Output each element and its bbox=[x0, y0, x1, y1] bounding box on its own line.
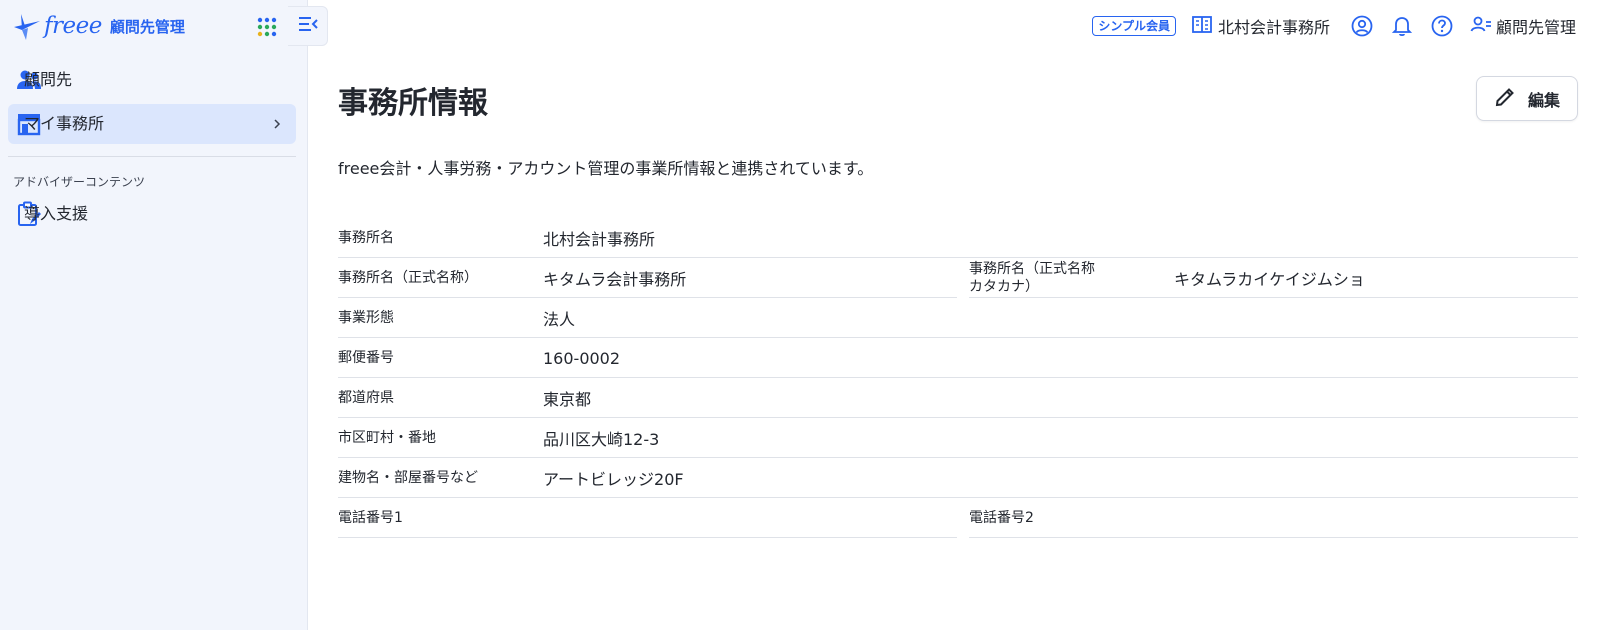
field-official-name: 事務所名（正式名称） キタムラ会計事務所 bbox=[338, 258, 957, 298]
pencil-icon bbox=[1494, 86, 1516, 112]
sidebar-item-label: 顧問先 bbox=[24, 70, 73, 89]
field-value: 東京都 bbox=[543, 390, 592, 409]
building-icon bbox=[1192, 15, 1212, 37]
field-label: 建物名・部屋番号など bbox=[338, 470, 478, 486]
field-value: 法人 bbox=[543, 310, 576, 329]
field-label: 事務所名（正式名称 カタカナ） bbox=[969, 261, 1095, 295]
field-value: キタムラ会計事務所 bbox=[543, 270, 687, 289]
field-office-name: 事務所名 北村会計事務所 bbox=[338, 218, 1578, 258]
field-value: 品川区大崎12-3 bbox=[543, 430, 660, 449]
field-value: 北村会計事務所 bbox=[543, 230, 656, 249]
sidebar-item-my-office[interactable]: マイ事務所 bbox=[8, 104, 296, 144]
sidebar-divider bbox=[8, 156, 296, 157]
field-official-kana: 事務所名（正式名称 カタカナ） キタムラカイケイジムショ bbox=[969, 258, 1578, 298]
account-icon[interactable] bbox=[1350, 14, 1374, 38]
sync-description: freee会計・人事労務・アカウント管理の事業所情報と連携されています。 bbox=[338, 159, 874, 178]
office-switcher[interactable]: 北村会計事務所 bbox=[1192, 14, 1330, 38]
table-row: 事務所名（正式名称） キタムラ会計事務所 事務所名（正式名称 カタカナ） キタム… bbox=[338, 258, 1578, 298]
field-prefecture: 都道府県 東京都 bbox=[338, 378, 1578, 418]
field-label: 事務所名 bbox=[338, 230, 394, 246]
field-city-address: 市区町村・番地 品川区大崎12-3 bbox=[338, 418, 1578, 458]
freee-bird-icon bbox=[12, 10, 42, 42]
app-switcher-grid-icon[interactable] bbox=[256, 16, 278, 38]
edit-button[interactable]: 編集 bbox=[1476, 76, 1578, 121]
field-label: 郵便番号 bbox=[338, 350, 394, 366]
table-row: 建物名・部屋番号など アートビレッジ20F bbox=[338, 458, 1578, 498]
field-label: 事業形態 bbox=[338, 310, 394, 326]
chevron-right-icon bbox=[270, 115, 284, 133]
field-label: 市区町村・番地 bbox=[338, 430, 436, 446]
office-info-table: 事務所名 北村会計事務所 事務所名（正式名称） キタムラ会計事務所 事務所名（正… bbox=[338, 218, 1578, 538]
page-title: 事務所情報 bbox=[338, 86, 488, 121]
sidebar-item-label: マイ事務所 bbox=[24, 114, 105, 133]
field-postal-code: 郵便番号 160-0002 bbox=[338, 338, 1578, 378]
field-label: 電話番号2 bbox=[969, 510, 1034, 526]
field-label: 都道府県 bbox=[338, 390, 394, 406]
table-row: 都道府県 東京都 bbox=[338, 378, 1578, 418]
table-row: 郵便番号 160-0002 bbox=[338, 338, 1578, 378]
sidebar-item-clients[interactable]: 顧問先 bbox=[8, 60, 296, 100]
user-settings-icon bbox=[1470, 15, 1492, 37]
user-menu[interactable]: 顧問先管理 bbox=[1470, 14, 1576, 38]
sidebar-item-onboarding[interactable]: 導入支援 bbox=[8, 194, 296, 234]
brand-wordmark: freee bbox=[44, 13, 102, 39]
plan-badge: シンプル会員 bbox=[1092, 16, 1176, 36]
table-row: 事業形態 法人 bbox=[338, 298, 1578, 338]
sidebar-collapse-button[interactable] bbox=[288, 6, 328, 46]
table-row: 事務所名 北村会計事務所 bbox=[338, 218, 1578, 258]
brand-product-name: 顧問先管理 bbox=[109, 17, 185, 36]
sidebar-section-title: アドバイザーコンテンツ bbox=[13, 175, 146, 189]
office-name: 北村会計事務所 bbox=[1217, 18, 1330, 37]
field-phone1: 電話番号1 bbox=[338, 498, 957, 538]
sidebar: freee 顧問先管理 顧問先 マイ事務所 アドバイザーコンテンツ 導入支援 bbox=[0, 0, 308, 630]
app-root: freee 顧問先管理 顧問先 マイ事務所 アドバイザーコンテンツ 導入支援 シ… bbox=[0, 0, 1600, 630]
table-row: 電話番号1 電話番号2 bbox=[338, 498, 1578, 538]
brand-logo[interactable]: freee 顧問先管理 bbox=[12, 8, 185, 44]
field-value: キタムラカイケイジムショ bbox=[1174, 270, 1365, 289]
collapse-menu-icon bbox=[297, 15, 319, 37]
help-icon[interactable] bbox=[1430, 14, 1454, 38]
field-label: 電話番号1 bbox=[338, 510, 403, 526]
table-row: 市区町村・番地 品川区大崎12-3 bbox=[338, 418, 1578, 458]
edit-button-label: 編集 bbox=[1527, 90, 1560, 110]
field-label: 事務所名（正式名称） bbox=[338, 270, 478, 286]
field-building: 建物名・部屋番号など アートビレッジ20F bbox=[338, 458, 1578, 498]
user-menu-label: 顧問先管理 bbox=[1495, 18, 1576, 37]
global-header: シンプル会員 北村会計事務所 顧問先管理 bbox=[1092, 12, 1600, 40]
sidebar-item-label: 導入支援 bbox=[24, 204, 89, 223]
field-value: アートビレッジ20F bbox=[543, 470, 684, 489]
field-business-type: 事業形態 法人 bbox=[338, 298, 1578, 338]
field-phone2: 電話番号2 bbox=[969, 498, 1578, 538]
field-value: 160-0002 bbox=[543, 348, 621, 368]
bell-icon[interactable] bbox=[1390, 14, 1414, 38]
